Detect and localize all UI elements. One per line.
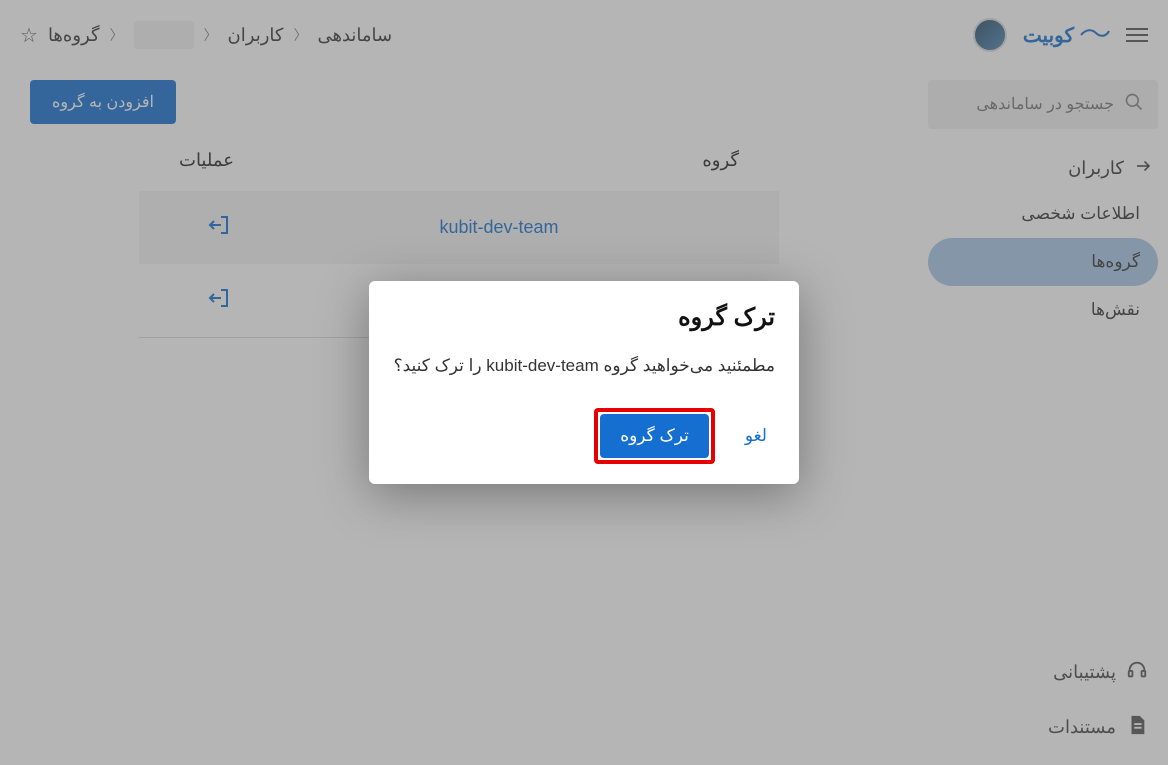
leave-group-dialog: ترک گروه مطمئنید می‌خواهید گروه kubit-de… xyxy=(369,281,799,483)
dialog-title: ترک گروه xyxy=(393,303,775,332)
confirm-leave-button[interactable]: ترک گروه xyxy=(600,414,709,458)
dialog-message: مطمئنید می‌خواهید گروه kubit-dev-team را… xyxy=(393,352,775,379)
confirm-highlight: ترک گروه xyxy=(594,408,715,464)
modal-overlay[interactable]: ترک گروه مطمئنید می‌خواهید گروه kubit-de… xyxy=(0,0,1168,765)
cancel-button[interactable]: لغو xyxy=(737,408,775,464)
